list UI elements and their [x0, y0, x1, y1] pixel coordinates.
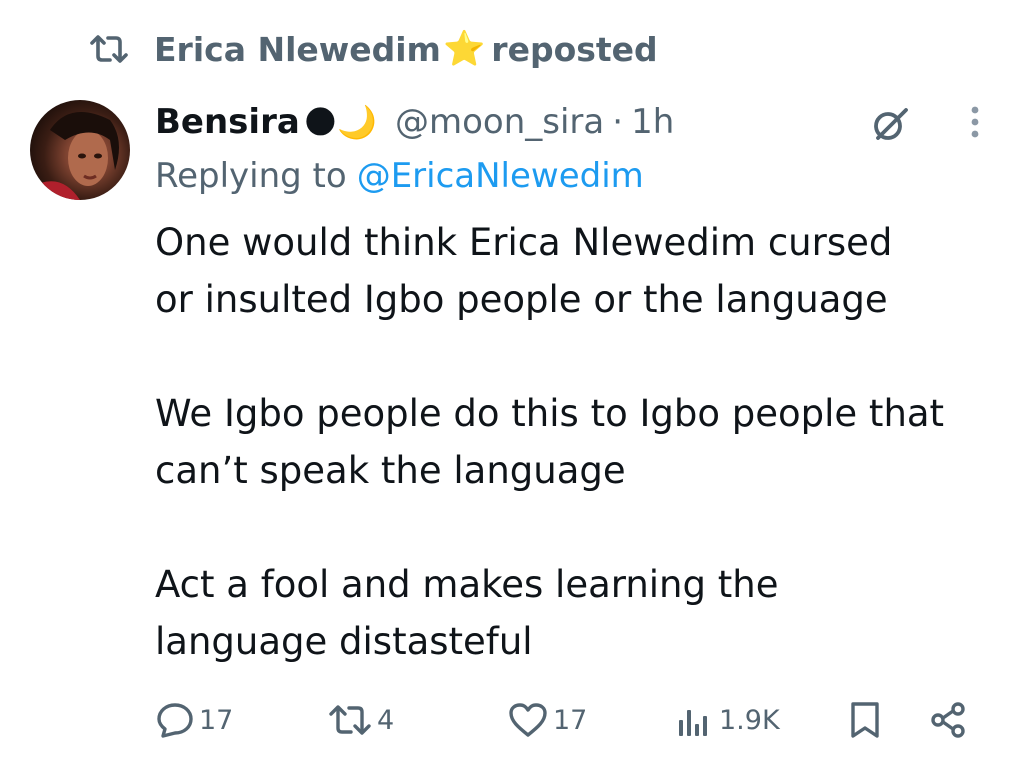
reply-icon [157, 703, 193, 738]
tweet-header: Bensira 🌑🌙 @moon_sira · 1h [155, 96, 674, 148]
text-line: or insulted Igbo people or the language [155, 278, 888, 321]
share-button[interactable] [929, 694, 973, 746]
text-line: Act a fool and makes learning the [155, 563, 779, 606]
bookmark-icon [851, 702, 879, 738]
action-bar: 17 4 17 1.9K [155, 694, 975, 746]
avatar-photo [30, 112, 119, 200]
replying-label: Replying to [155, 156, 347, 196]
like-button[interactable]: 17 [507, 694, 587, 746]
star-emoji: ⭐ [442, 29, 486, 69]
author-name[interactable]: Bensira [155, 102, 300, 142]
text-line: We Igbo people do this to Igbo people th… [155, 392, 945, 435]
reply-button[interactable]: 17 [155, 694, 233, 746]
repost-user[interactable]: Erica Nlewedim [154, 30, 441, 69]
replying-to: Replying to @EricaNlewedim [155, 152, 644, 200]
timestamp[interactable]: 1h [631, 102, 674, 142]
more-icon[interactable] [960, 100, 990, 144]
bookmark-button[interactable] [845, 694, 889, 746]
reply-count: 17 [199, 704, 234, 736]
share-icon [931, 702, 965, 738]
text-line: can’t speak the language [155, 449, 626, 492]
grok-icon[interactable] [868, 102, 912, 146]
author-handle[interactable]: @moon_sira [395, 102, 604, 142]
repost-count: 4 [377, 704, 395, 736]
like-icon [509, 703, 547, 737]
views-count: 1.9K [719, 704, 780, 736]
repost-header: Erica Nlewedim ⭐ reposted [88, 26, 658, 72]
views-icon [679, 710, 707, 736]
tweet-text: One would think Erica Nlewedim cursed or… [155, 214, 1005, 670]
repost-label: reposted [491, 29, 658, 69]
avatar[interactable] [30, 100, 130, 200]
moon-emoji: 🌑🌙 [303, 103, 377, 141]
repost-icon [90, 35, 128, 63]
repost-action-icon [329, 705, 371, 735]
views-button[interactable]: 1.9K [675, 694, 780, 746]
replying-mention[interactable]: @EricaNlewedim [357, 156, 644, 196]
like-count: 17 [553, 704, 588, 736]
separator: · [612, 102, 624, 142]
text-line: language distasteful [155, 620, 533, 663]
repost-button[interactable]: 4 [327, 694, 394, 746]
text-line: One would think Erica Nlewedim cursed [155, 221, 893, 264]
